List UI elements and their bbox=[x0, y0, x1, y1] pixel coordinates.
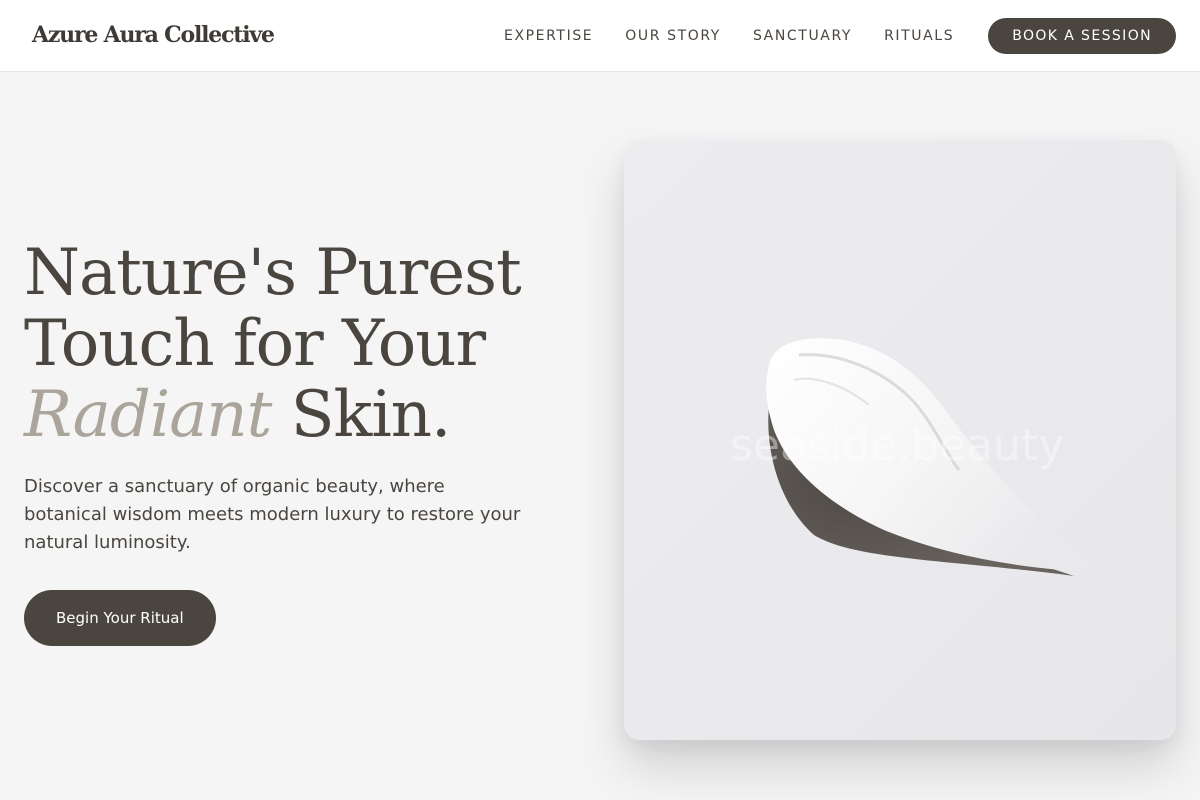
begin-ritual-button[interactable]: Begin Your Ritual bbox=[24, 590, 216, 646]
image-watermark: seaside.beauty bbox=[730, 420, 1065, 471]
hero-title-line-1: Nature's Purest bbox=[24, 236, 522, 310]
hero-title-line-2: Touch for Your bbox=[24, 307, 486, 381]
hero-description: Discover a sanctuary of organic beauty, … bbox=[24, 476, 521, 553]
hero-title-accent: Radiant bbox=[24, 378, 272, 452]
site-header: Azure Aura Collective EXPERTISE OUR STOR… bbox=[0, 0, 1200, 72]
hero-section: Nature's Purest Touch for Your Radiant S… bbox=[24, 238, 584, 557]
nav-link-rituals[interactable]: RITUALS bbox=[884, 28, 954, 44]
hero-title-end: Skin. bbox=[290, 378, 452, 452]
book-session-button[interactable]: BOOK A SESSION bbox=[988, 18, 1176, 54]
hero-title: Nature's Purest Touch for Your Radiant S… bbox=[24, 238, 584, 451]
nav-link-expertise[interactable]: EXPERTISE bbox=[504, 28, 593, 44]
brand-logo[interactable]: Azure Aura Collective bbox=[32, 22, 275, 48]
nav-link-sanctuary[interactable]: SANCTUARY bbox=[753, 28, 852, 44]
hero-image: seaside.beauty bbox=[624, 140, 1176, 740]
main-nav: EXPERTISE OUR STORY SANCTUARY RITUALS BO… bbox=[504, 0, 1176, 72]
nav-link-our-story[interactable]: OUR STORY bbox=[625, 28, 721, 44]
